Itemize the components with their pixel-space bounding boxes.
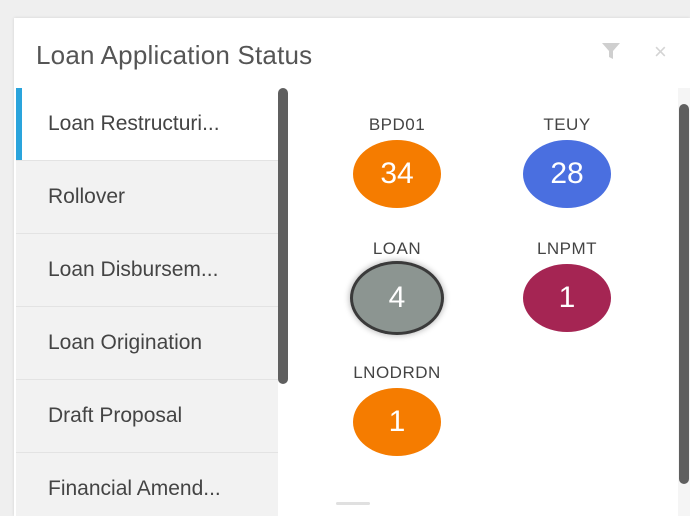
count-badge[interactable]: 34 <box>353 140 441 208</box>
sidebar-item-loan-restructuring[interactable]: Loan Restructuri... <box>16 88 278 160</box>
loan-application-status-widget: Loan Application Status × Loan Restructu… <box>14 18 690 516</box>
status-tiles-panel: BPD01 34 TEUY 28 LOAN 4 LNPMT 1 LNODRDN … <box>292 88 676 516</box>
sidebar-item-rollover[interactable]: Rollover <box>16 161 278 233</box>
status-tile-lnpmt[interactable]: LNPMT 1 <box>502 238 632 332</box>
filter-icon[interactable] <box>600 40 622 62</box>
count-badge[interactable]: 4 <box>353 264 441 332</box>
count-badge[interactable]: 28 <box>523 140 611 208</box>
sidebar-item-label: Draft Proposal <box>48 404 183 427</box>
count-badge[interactable]: 1 <box>353 388 441 456</box>
sidebar-scrollbar[interactable] <box>278 88 288 384</box>
widget-header: Loan Application Status × <box>14 18 690 88</box>
sidebar-item-label: Loan Restructuri... <box>48 112 220 135</box>
more-content-indicator <box>336 502 370 505</box>
tile-code: LNODRDN <box>353 363 441 382</box>
close-icon[interactable]: × <box>654 39 667 65</box>
tile-code: BPD01 <box>368 115 426 134</box>
tiles-scrollbar-thumb[interactable] <box>679 104 689 484</box>
sidebar-item-loan-disbursement[interactable]: Loan Disbursem... <box>16 234 278 306</box>
status-tile-bpd01[interactable]: BPD01 34 <box>332 114 462 208</box>
sidebar-item-label: Loan Origination <box>48 331 203 354</box>
sidebar-item-label: Rollover <box>48 185 126 208</box>
sidebar-item-label: Loan Disbursem... <box>48 258 219 281</box>
sidebar-item-draft-proposal[interactable]: Draft Proposal <box>16 380 278 452</box>
tiles-scrollbar-track <box>678 88 690 516</box>
status-tile-teuy[interactable]: TEUY 28 <box>502 114 632 208</box>
tile-code: TEUY <box>543 115 591 134</box>
widget-title: Loan Application Status <box>36 40 313 70</box>
tile-code: LNPMT <box>536 239 598 258</box>
sidebar-item-label: Financial Amend... <box>48 477 221 500</box>
sidebar-item-financial-amendment[interactable]: Financial Amend... <box>16 453 278 516</box>
status-tile-lnodrdn[interactable]: LNODRDN 1 <box>332 362 462 456</box>
status-tile-loan[interactable]: LOAN 4 <box>332 238 462 332</box>
count-badge[interactable]: 1 <box>523 264 611 332</box>
tile-code: LOAN <box>372 239 422 258</box>
sidebar-item-loan-origination[interactable]: Loan Origination <box>16 307 278 379</box>
application-type-list: Loan Restructuri... Rollover Loan Disbur… <box>16 88 278 516</box>
